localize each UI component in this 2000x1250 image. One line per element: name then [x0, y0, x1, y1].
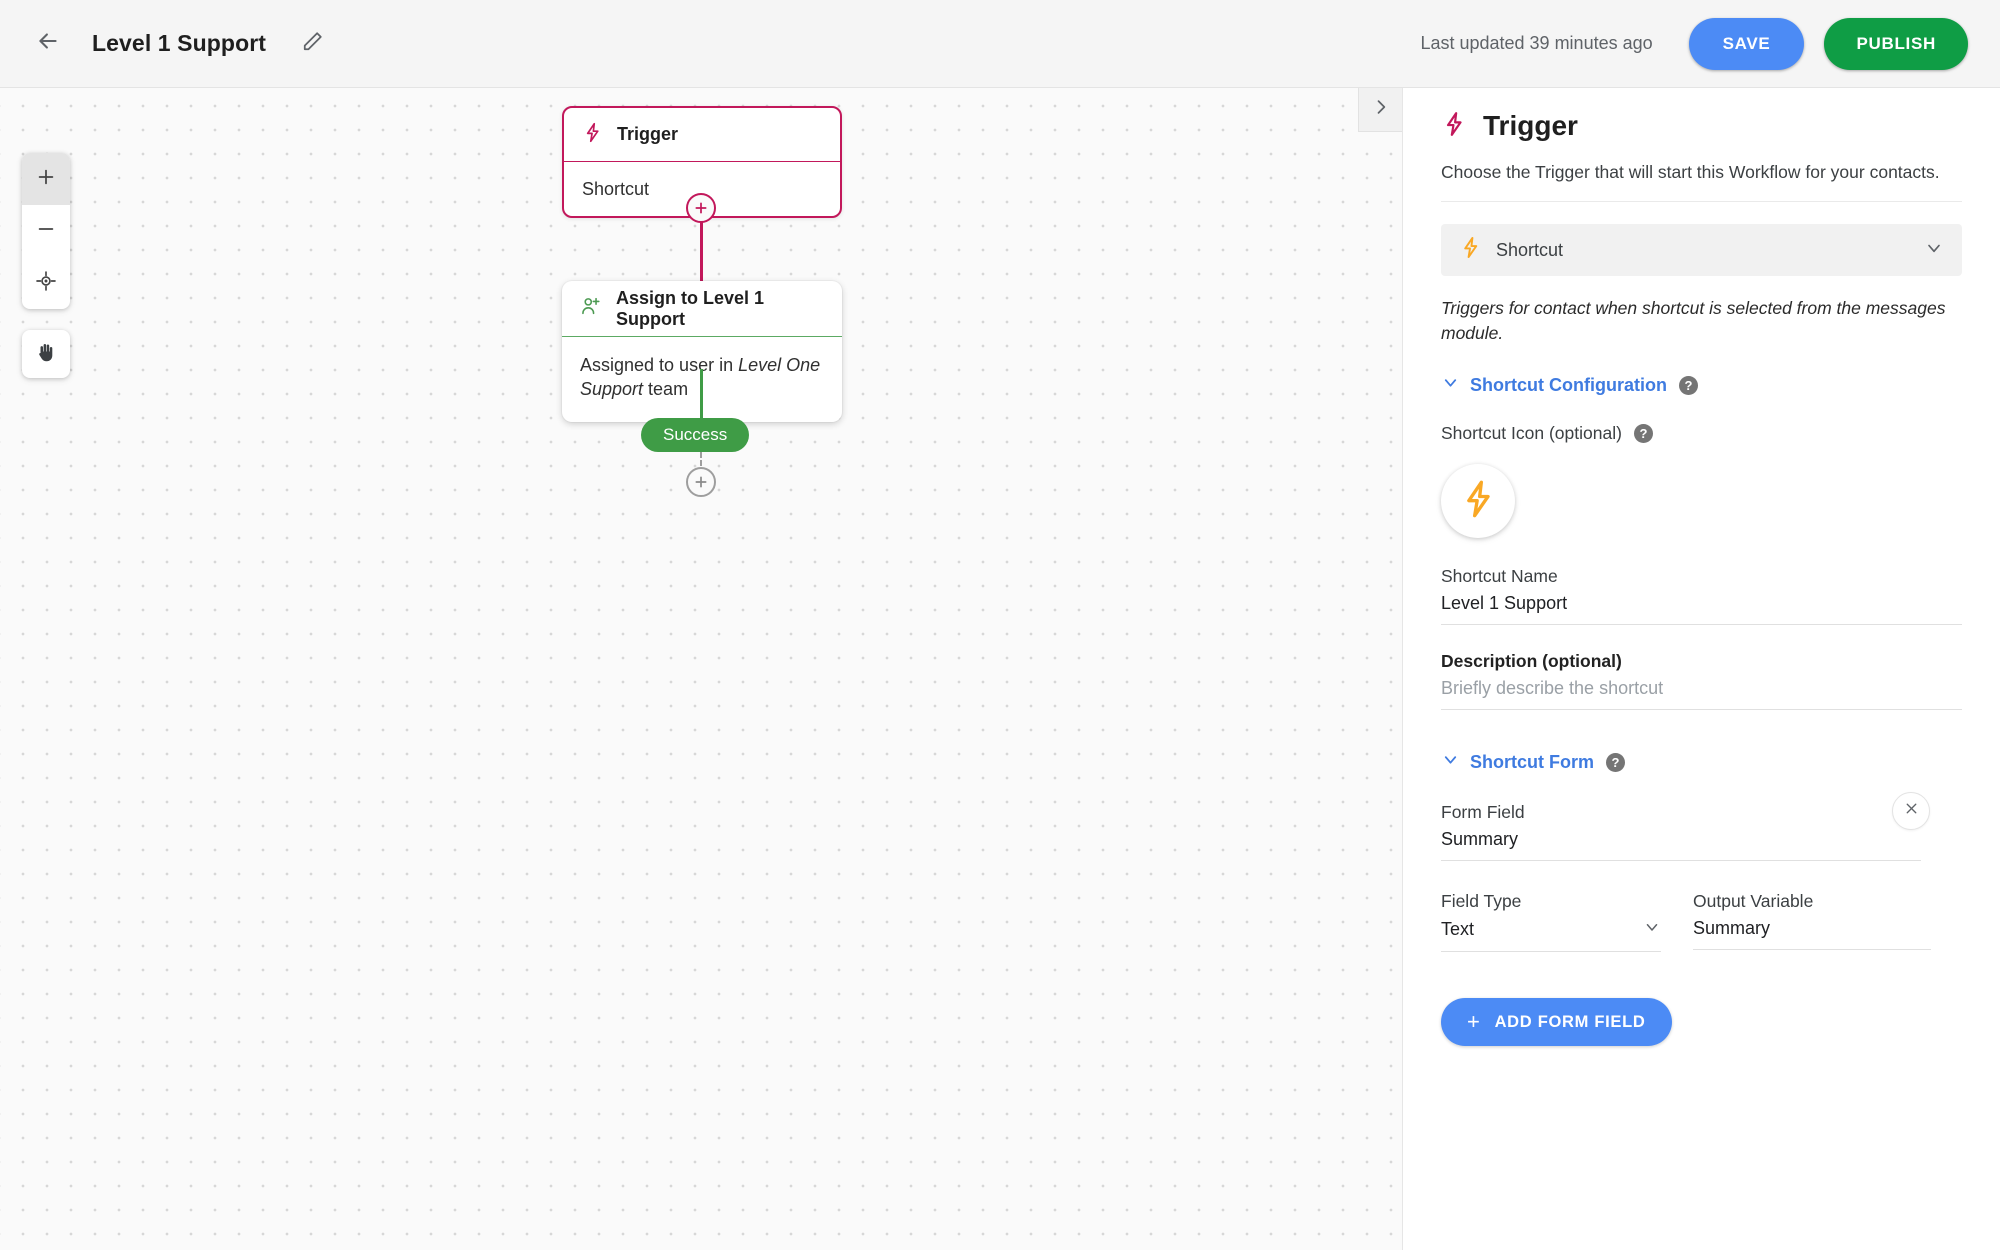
- chevron-right-icon: [1371, 97, 1391, 122]
- node-assign-body-prefix: Assigned to user in: [580, 355, 739, 375]
- shortcut-configuration-label: Shortcut Configuration: [1470, 374, 1667, 395]
- shortcut-form-label: Shortcut Form: [1470, 751, 1594, 772]
- form-field-group: Form Field Summary: [1441, 792, 1962, 861]
- add-step-button-2[interactable]: [686, 467, 716, 497]
- collapse-panel-button[interactable]: [1358, 88, 1402, 132]
- success-badge: Success: [641, 418, 750, 452]
- chevron-down-icon: [1441, 373, 1460, 397]
- pan-tool-button[interactable]: [22, 330, 70, 378]
- chevron-down-icon: [1643, 918, 1661, 941]
- add-form-field-label: ADD FORM FIELD: [1494, 1012, 1646, 1031]
- shortcut-configuration-toggle[interactable]: Shortcut Configuration ?: [1441, 373, 1962, 397]
- hand-icon: [34, 340, 58, 369]
- output-variable-label: Output Variable: [1693, 891, 1814, 911]
- help-icon[interactable]: ?: [1606, 752, 1625, 772]
- remove-form-field-button[interactable]: [1892, 792, 1930, 830]
- node-trigger-title: Trigger: [617, 124, 679, 144]
- header-actions: Last updated 39 minutes ago SAVE PUBLISH: [1420, 17, 2000, 70]
- lightning-bolt-icon: [1441, 111, 1467, 142]
- lightning-bolt-icon: [582, 122, 603, 148]
- panel-description: Choose the Trigger that will start this …: [1441, 146, 1962, 202]
- shortcut-icon-label: Shortcut Icon (optional): [1441, 423, 1622, 443]
- help-icon[interactable]: ?: [1678, 375, 1698, 395]
- plus-icon: [35, 166, 57, 193]
- shortcut-name-label: Shortcut Name: [1441, 566, 1558, 586]
- person-add-icon: [580, 295, 602, 322]
- zoom-controls: [22, 153, 70, 309]
- shortcut-icon-avatar[interactable]: [1441, 464, 1515, 538]
- panel-title: Trigger: [1483, 110, 1578, 141]
- trigger-note: Triggers for contact when shortcut is se…: [1441, 298, 1946, 343]
- pencil-icon: [302, 30, 324, 57]
- lightning-bolt-icon: [1458, 479, 1498, 524]
- shortcut-description-input[interactable]: Briefly describe the shortcut: [1441, 672, 1962, 710]
- connector-trigger-bottom: [700, 221, 703, 283]
- zoom-in-button[interactable]: [22, 153, 70, 205]
- save-button[interactable]: SAVE: [1688, 17, 1805, 70]
- add-form-field-button[interactable]: + ADD FORM FIELD: [1441, 998, 1672, 1046]
- field-type-label: Field Type: [1441, 891, 1522, 911]
- panel-header: Trigger: [1441, 110, 1962, 146]
- chevron-down-icon: [1924, 238, 1944, 263]
- lightning-bolt-icon: [1459, 236, 1482, 264]
- shortcut-form-toggle[interactable]: Shortcut Form ?: [1441, 750, 1962, 774]
- field-type-select[interactable]: Text: [1441, 912, 1661, 952]
- form-field-input[interactable]: Summary: [1441, 823, 1921, 861]
- back-button[interactable]: [24, 20, 72, 68]
- minus-icon: [35, 218, 57, 245]
- node-assign-title: Assign to Level 1 Support: [616, 287, 765, 329]
- output-variable-input[interactable]: Summary: [1693, 912, 1931, 950]
- app-header: Level 1 Support Last updated 39 minutes …: [0, 0, 2000, 88]
- arrow-left-icon: [35, 28, 61, 59]
- close-icon: [1903, 800, 1920, 822]
- field-type-output-row: Field Type Text Output Variable Summary: [1441, 891, 1962, 952]
- add-step-button-1[interactable]: [686, 193, 716, 223]
- workflow-canvas[interactable]: Trigger Shortcut Assign to Level 1 Suppo…: [0, 88, 1402, 1250]
- recenter-button[interactable]: [22, 257, 70, 309]
- crosshair-icon: [35, 270, 57, 297]
- node-assign-body-suffix: team: [643, 379, 689, 400]
- trigger-type-value: Shortcut: [1496, 239, 1564, 260]
- node-assign-header: Assign to Level 1 Support: [562, 281, 842, 337]
- edit-title-button[interactable]: [292, 23, 334, 65]
- zoom-out-button[interactable]: [22, 205, 70, 257]
- shortcut-name-input[interactable]: Level 1 Support: [1441, 587, 1962, 625]
- last-updated-text: Last updated 39 minutes ago: [1420, 33, 1653, 53]
- trigger-type-select[interactable]: Shortcut: [1441, 224, 1962, 276]
- shortcut-description-label: Description (optional): [1441, 651, 1622, 671]
- trigger-properties-panel: Trigger Choose the Trigger that will sta…: [1402, 88, 2000, 1250]
- field-type-value: Text: [1441, 919, 1475, 939]
- publish-button[interactable]: PUBLISH: [1824, 17, 1968, 70]
- field-type-group: Field Type Text: [1441, 891, 1661, 952]
- node-trigger-header: Trigger: [564, 108, 840, 162]
- chevron-down-icon: [1441, 750, 1460, 774]
- workflow-title: Level 1 Support: [92, 30, 267, 56]
- form-field-label: Form Field: [1441, 802, 1525, 822]
- output-variable-group: Output Variable Summary: [1693, 891, 1931, 952]
- plus-icon: +: [1467, 1009, 1481, 1034]
- shortcut-icon-label-row: Shortcut Icon (optional) ?: [1441, 423, 1962, 444]
- help-icon[interactable]: ?: [1633, 424, 1653, 443]
